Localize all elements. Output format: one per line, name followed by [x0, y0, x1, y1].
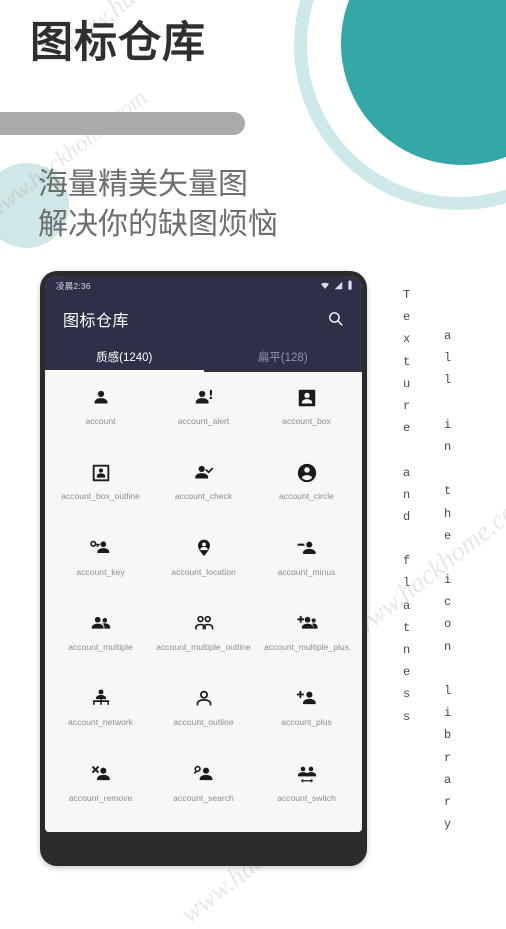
app-bar: 图标仓库 — [45, 296, 362, 341]
account-location-icon — [193, 538, 215, 560]
account-box-outline-icon — [90, 462, 112, 484]
account-switch-icon — [296, 764, 318, 786]
icon-label: account — [85, 416, 116, 426]
icon-grid-item[interactable]: account_multiple_plus — [255, 604, 358, 679]
account-icon — [90, 387, 112, 409]
status-bar-icons — [320, 280, 353, 292]
account-check-icon — [193, 462, 215, 484]
icon-grid-item[interactable]: account_multiple — [49, 604, 152, 679]
icon-grid-item[interactable]: account_circle — [255, 453, 358, 528]
icon-grid-item[interactable]: account_multiple_outline — [152, 604, 255, 679]
account-plus-icon — [296, 688, 318, 710]
icon-label: account_box — [282, 416, 331, 426]
watermark: www.hackhome.com — [345, 484, 506, 644]
icon-grid-item[interactable]: account_minus — [255, 529, 358, 604]
icon-label: account_box_outline — [61, 491, 140, 502]
signal-icon — [334, 281, 343, 292]
page-title: 图标仓库 — [30, 19, 206, 67]
tab-flat[interactable]: 扁平(128) — [204, 341, 363, 372]
icon-grid-item[interactable]: account_switch — [255, 755, 358, 830]
side-caption-left: T e x t u r e a n d f l a t n e s s — [403, 288, 411, 724]
icon-label: account_switch — [277, 792, 336, 803]
account-remove-icon — [90, 764, 112, 786]
icon-grid-item[interactable]: account_key — [49, 529, 152, 604]
icon-label: account_multiple_outline — [156, 642, 251, 652]
icon-label: account_alert — [177, 416, 230, 426]
phone-mockup: 凌晨2:36 图标仓库 质感(1240) 扁平(128) account acc… — [40, 271, 367, 866]
icon-label: account_check — [174, 491, 233, 502]
icon-label: account_network — [68, 717, 133, 728]
icon-label: account_minus — [277, 566, 336, 577]
icon-label: account_remove — [68, 792, 133, 803]
page-subtitle-line-2: 解决你的缺图烦恼 — [38, 207, 278, 241]
account-outline-icon — [193, 688, 215, 710]
account-key-icon — [89, 538, 112, 560]
wifi-icon — [320, 281, 330, 292]
page-subtitle: 海量精美矢量图 解决你的缺图烦恼 — [38, 165, 278, 245]
account-search-icon — [193, 764, 215, 786]
icon-label: account_plus — [281, 717, 332, 728]
icon-label: account_outline — [173, 717, 234, 728]
tab-bar: 质感(1240) 扁平(128) — [45, 341, 362, 372]
icon-label: account_key — [76, 566, 125, 577]
icon-grid-item[interactable]: account_check — [152, 453, 255, 528]
account-multiple-icon — [90, 613, 112, 635]
account-multiple-outline-icon — [193, 613, 215, 635]
account-multiple-plus-icon — [296, 613, 318, 635]
icon-grid-item[interactable]: account_box_outline — [49, 453, 152, 528]
icon-grid-item[interactable]: account_location — [152, 529, 255, 604]
status-bar-time: 凌晨2:36 — [56, 281, 91, 291]
icon-grid-item[interactable]: account — [49, 378, 152, 453]
battery-icon — [347, 280, 353, 292]
search-icon[interactable] — [324, 308, 346, 330]
tab-texture[interactable]: 质感(1240) — [45, 341, 204, 372]
account-alert-icon — [193, 387, 215, 409]
icon-label: account_multiple_plus — [263, 642, 350, 652]
side-caption-right: a l l i n t h e i c o n l i b r a r y — [444, 329, 452, 832]
page-subtitle-line-1: 海量精美矢量图 — [38, 168, 248, 201]
icon-label: account_circle — [279, 491, 334, 502]
account-minus-icon — [296, 538, 318, 560]
account-network-icon — [90, 688, 112, 710]
icon-grid-item[interactable]: account_plus — [255, 679, 358, 754]
phone-screen: 凌晨2:36 图标仓库 质感(1240) 扁平(128) account acc… — [45, 276, 362, 832]
icon-grid-item[interactable]: account_remove — [49, 755, 152, 830]
icon-grid-item[interactable]: account_box — [255, 378, 358, 453]
icon-label: account_location — [171, 566, 236, 577]
icon-grid-item[interactable]: account_network — [49, 679, 152, 754]
icon-grid-item[interactable]: account_outline — [152, 679, 255, 754]
icon-label: account_search — [173, 792, 234, 803]
header-divider-bar — [0, 112, 245, 135]
account-circle-icon — [296, 462, 318, 484]
icon-grid: account account_alert account_box account_b… — [45, 372, 362, 832]
icon-grid-item[interactable]: account_alert — [152, 378, 255, 453]
icon-grid-item[interactable]: account_search — [152, 755, 255, 830]
account-box-icon — [296, 387, 318, 409]
status-bar: 凌晨2:36 — [45, 276, 362, 296]
icon-label: account_multiple — [68, 642, 133, 652]
app-bar-title: 图标仓库 — [63, 312, 130, 330]
